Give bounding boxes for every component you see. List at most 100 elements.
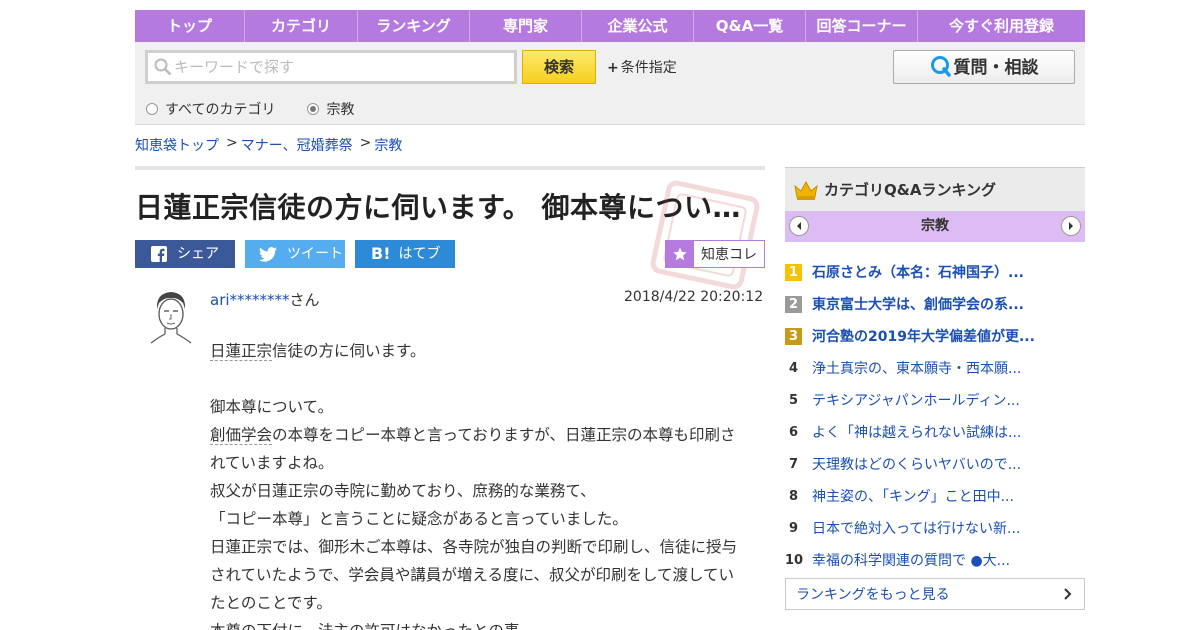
rank-number: 7	[788, 456, 799, 472]
title-divider	[135, 166, 765, 170]
category-ranking: カテゴリQ&Aランキング 宗教 1 石原さとみ（本名：石神国子）... 2 東京富士…	[785, 167, 1085, 610]
body-paragraph: 日蓮正宗では、御形木ご本尊は、各寺院が独自の判断で印刷し、信徒に授与されていたよ…	[210, 538, 738, 612]
nav-ranking[interactable]: ランキング	[358, 10, 470, 42]
ranking-link[interactable]: 神主姿の、「キング」こと田中...	[812, 486, 1014, 506]
facebook-share-label: シェア	[177, 246, 219, 262]
rank-number: 9	[788, 520, 799, 536]
ranking-item: 6 よく「神は越えられない試練は...	[785, 416, 1085, 448]
body-paragraph: 叔父が日蓮正宗の寺院に勤めており、庶務的な業務て、	[210, 482, 596, 500]
breadcrumb-manners[interactable]: マナー、冠婚葬祭	[241, 135, 353, 155]
nav-experts[interactable]: 専門家	[470, 10, 582, 42]
ranking-item: 2 東京富士大学は、創価学会の系...	[785, 288, 1085, 320]
ranking-link[interactable]: 天理教はどのくらいヤバいので...	[812, 454, 1021, 474]
twitter-share-button[interactable]: ツイート	[245, 240, 345, 268]
user-suffix: さん	[289, 291, 320, 309]
user-link[interactable]: ari********	[210, 291, 290, 309]
more-ranking-label: ランキングをもっと見る	[796, 587, 950, 603]
global-nav: トップ カテゴリ ランキング 専門家 企業公式 Q&A一覧 回答コーナー 今すぐ…	[135, 10, 1085, 42]
ranking-category-bar: 宗教	[785, 211, 1085, 242]
nav-top[interactable]: トップ	[135, 10, 245, 42]
ranking-list: 1 石原さとみ（本名：石神国子）... 2 東京富士大学は、創価学会の系... 3河…	[785, 256, 1085, 576]
prev-category-button[interactable]	[789, 216, 809, 236]
ranking-link[interactable]: 東京富士大学は、創価学会の系...	[812, 294, 1024, 314]
ranking-link[interactable]: 浄土真宗の、東本願寺・西本願...	[812, 358, 1021, 378]
facebook-share-button[interactable]: シェア	[135, 240, 235, 268]
rank-number: 3	[785, 327, 802, 345]
chevron-right-icon	[1064, 588, 1072, 600]
chiecore-label: 知恵コレ	[701, 247, 757, 263]
nav-official[interactable]: 企業公式	[582, 10, 694, 42]
next-category-button[interactable]	[1061, 216, 1081, 236]
ranking-item: 10 幸福の科学関連の質問で ●大...	[785, 544, 1085, 576]
keyword-link[interactable]: 日蓮正宗	[210, 342, 273, 361]
search-scope: すべてのカテゴリ 宗教	[146, 99, 354, 119]
ranking-item: 5 テキシアジャパンホールディン...	[785, 384, 1085, 416]
ranking-item: 1 石原さとみ（本名：石神国子）...	[785, 256, 1085, 288]
rank-number: 4	[788, 360, 799, 376]
q-logo-icon	[930, 56, 951, 77]
body-paragraph: 本尊の下付に、法主の許可はなかったとの事。	[210, 617, 745, 630]
search-icon	[154, 58, 172, 76]
search-input[interactable]	[174, 53, 504, 81]
hatena-icon: B!	[371, 244, 391, 263]
search-box	[145, 50, 517, 84]
rank-number: 8	[788, 488, 799, 504]
post-date: 2018/4/22 20:20:12	[624, 289, 764, 305]
body-paragraph	[210, 365, 745, 393]
keyword-link[interactable]: 創価学会	[210, 426, 273, 445]
body-paragraph: 創価学会の本尊をコピー本尊と言っておりますが、日蓮正宗の本尊も印刷されていますよ…	[210, 426, 736, 472]
question-user: ari********さん	[210, 289, 320, 310]
rank-number: 6	[788, 424, 799, 440]
question-body: 日蓮正宗信徒の方に伺います。 御本尊について。 創価学会の本尊をコピー本尊と言っ…	[210, 337, 745, 630]
twitter-share-label: ツイート	[287, 246, 343, 262]
ranking-header: カテゴリQ&Aランキング	[785, 167, 1085, 211]
search-button[interactable]: 検索	[522, 50, 596, 84]
user-avatar	[150, 292, 192, 344]
nav-qa-list[interactable]: Q&A一覧	[694, 10, 806, 42]
star-icon	[666, 241, 694, 267]
ranking-link[interactable]: 日本で絶対入っては行けない新...	[812, 518, 1020, 538]
crown-icon	[794, 180, 818, 200]
ranking-item: 7 天理教はどのくらいヤバいので...	[785, 448, 1085, 480]
breadcrumb-top[interactable]: 知恵袋トップ	[135, 135, 219, 155]
ask-question-label: 質問・相談	[953, 58, 1039, 78]
hatena-bookmark-button[interactable]: B! はてブ	[355, 240, 455, 268]
ranking-item: 4 浄土真宗の、東本願寺・西本願...	[785, 352, 1085, 384]
scope-current-label: 宗教	[326, 102, 355, 118]
facebook-icon	[151, 246, 167, 262]
ranking-link[interactable]: よく「神は越えられない試練は...	[812, 422, 1021, 442]
ranking-link[interactable]: テキシアジャパンホールディン...	[812, 390, 1020, 410]
body-paragraph: 「コピー本尊」と言うことに疑念があると言っていました。	[210, 510, 628, 528]
ask-question-button[interactable]: 質問・相談	[893, 50, 1075, 84]
twitter-bird-icon	[259, 246, 277, 262]
chevron-right-icon	[1069, 222, 1073, 230]
body-paragraph: 日蓮正宗信徒の方に伺います。	[210, 342, 426, 361]
ranking-item: 8 神主姿の、「キング」こと田中...	[785, 480, 1085, 512]
search-area: 検索 +条件指定 質問・相談 すべてのカテゴリ 宗教	[135, 42, 1085, 125]
chevron-left-icon	[797, 222, 801, 230]
nav-register[interactable]: 今すぐ利用登録	[918, 10, 1085, 42]
scope-current-radio[interactable]	[307, 103, 320, 115]
body-paragraph: 御本尊について。	[210, 398, 334, 416]
ranking-link[interactable]: 幸福の科学関連の質問で ●大...	[812, 550, 1010, 570]
rank-number: 10	[785, 552, 804, 568]
breadcrumb-separator: >	[359, 135, 372, 151]
ranking-link[interactable]: 石原さとみ（本名：石神国子）...	[812, 262, 1024, 282]
condition-toggle[interactable]: + 条件指定	[607, 57, 677, 77]
scope-all-radio[interactable]	[146, 103, 158, 115]
ranking-link[interactable]: 河合塾の2019年大学偏差値が更...	[812, 326, 1035, 346]
rank-number: 1	[785, 263, 802, 281]
plus-icon: +	[607, 60, 619, 76]
condition-label: 条件指定	[620, 60, 677, 76]
ranking-category: 宗教	[921, 218, 949, 234]
breadcrumb-religion[interactable]: 宗教	[374, 135, 402, 155]
ranking-item: 9 日本で絶対入っては行けない新...	[785, 512, 1085, 544]
breadcrumb-separator: >	[226, 135, 238, 151]
nav-category[interactable]: カテゴリ	[245, 10, 358, 42]
chiecore-button[interactable]: 知恵コレ	[665, 240, 765, 268]
nav-answer-corner[interactable]: 回答コーナー	[806, 10, 918, 42]
ranking-title: カテゴリQ&Aランキング	[824, 181, 996, 199]
more-ranking-button[interactable]: ランキングをもっと見る	[785, 578, 1085, 610]
hatena-bookmark-label: はてブ	[398, 246, 441, 262]
ranking-item: 3 河合塾の2019年大学偏差値が更...	[785, 320, 1085, 352]
